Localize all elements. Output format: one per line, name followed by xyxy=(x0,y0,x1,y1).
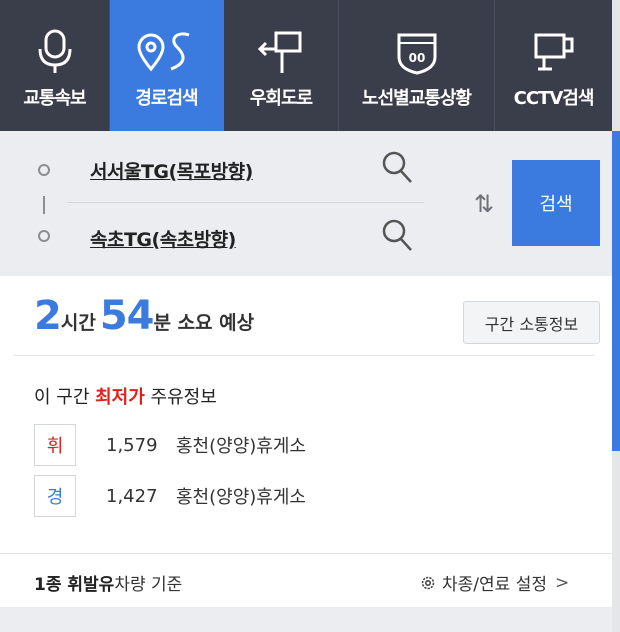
search-icon[interactable] xyxy=(381,150,413,188)
tab-label: 노선별교통상황 xyxy=(362,88,472,109)
estimated-duration: 2 시간 54 분 소요 예상 xyxy=(34,293,258,339)
fuel-info-title: 이 구간 최저가 주유정보 xyxy=(34,387,217,408)
lowest-price-highlight: 최저가 xyxy=(95,387,145,408)
search-button[interactable]: 검색 xyxy=(512,160,600,246)
duration-hours-unit: 시간 xyxy=(60,312,96,334)
duration-hours: 2 xyxy=(34,293,62,339)
highway-shield-icon: 00 xyxy=(395,22,439,82)
highway-number: 00 xyxy=(408,51,425,65)
top-navigation: 교통속보 경로검색 우회도로 00 노선별교통상황 CCTV검색 xyxy=(0,0,612,131)
section-traffic-info-button[interactable]: 구간 소통정보 xyxy=(463,301,600,344)
settings-label: 차종/연료 설정 xyxy=(442,575,547,595)
tab-label: 경로검색 xyxy=(135,88,198,109)
swap-route-button[interactable]: ⇅ xyxy=(474,190,494,218)
fuel-row: 경 1,427 홍천(양양)휴게소 xyxy=(34,475,306,517)
gasoline-badge: 휘 xyxy=(34,424,76,466)
chevron-right-icon: > xyxy=(554,572,570,593)
scrollbar-thumb[interactable] xyxy=(612,131,620,451)
fuel-price: 1,427 xyxy=(106,485,158,507)
fuel-price: 1,579 xyxy=(106,434,158,456)
cctv-camera-icon xyxy=(530,22,578,82)
gear-icon xyxy=(420,575,436,591)
tab-traffic-news[interactable]: 교통속보 xyxy=(0,0,110,131)
tab-route-traffic[interactable]: 00 노선별교통상황 xyxy=(339,0,495,131)
divider xyxy=(14,355,594,356)
field-divider xyxy=(68,202,424,203)
origin-field[interactable]: 서서울TG(목포방향) xyxy=(90,157,253,184)
duration-minutes-suffix: 분 소요 예상 xyxy=(153,312,255,334)
tab-label: 우회도로 xyxy=(249,88,313,109)
rest-area-name: 홍천(양양)휴게소 xyxy=(176,436,306,457)
duration-minutes: 54 xyxy=(99,293,155,339)
bottom-gray-area xyxy=(0,607,612,632)
route-icon xyxy=(136,22,197,82)
route-connector-line xyxy=(43,196,45,214)
vehicle-fuel-settings-link[interactable]: 차종/연료 설정 > xyxy=(420,570,569,595)
search-icon[interactable] xyxy=(381,218,413,256)
detour-sign-icon xyxy=(256,22,306,82)
vehicle-basis-text: 1종 휘발유차량 기준 xyxy=(34,575,183,595)
fuel-row: 휘 1,579 홍천(양양)휴게소 xyxy=(34,424,306,466)
microphone-icon xyxy=(35,22,75,82)
diesel-badge: 경 xyxy=(34,475,76,517)
rest-area-name: 홍천(양양)휴게소 xyxy=(176,487,306,508)
tab-detour[interactable]: 우회도로 xyxy=(224,0,339,131)
tab-label: CCTV검색 xyxy=(513,88,595,109)
tab-label: 교통속보 xyxy=(23,88,86,109)
divider xyxy=(0,553,612,554)
destination-field[interactable]: 속초TG(속초방향) xyxy=(90,225,236,252)
tab-route-search[interactable]: 경로검색 xyxy=(110,0,224,131)
tab-cctv-search[interactable]: CCTV검색 xyxy=(495,0,612,131)
destination-marker-icon xyxy=(38,230,50,242)
origin-marker-icon xyxy=(38,164,50,176)
